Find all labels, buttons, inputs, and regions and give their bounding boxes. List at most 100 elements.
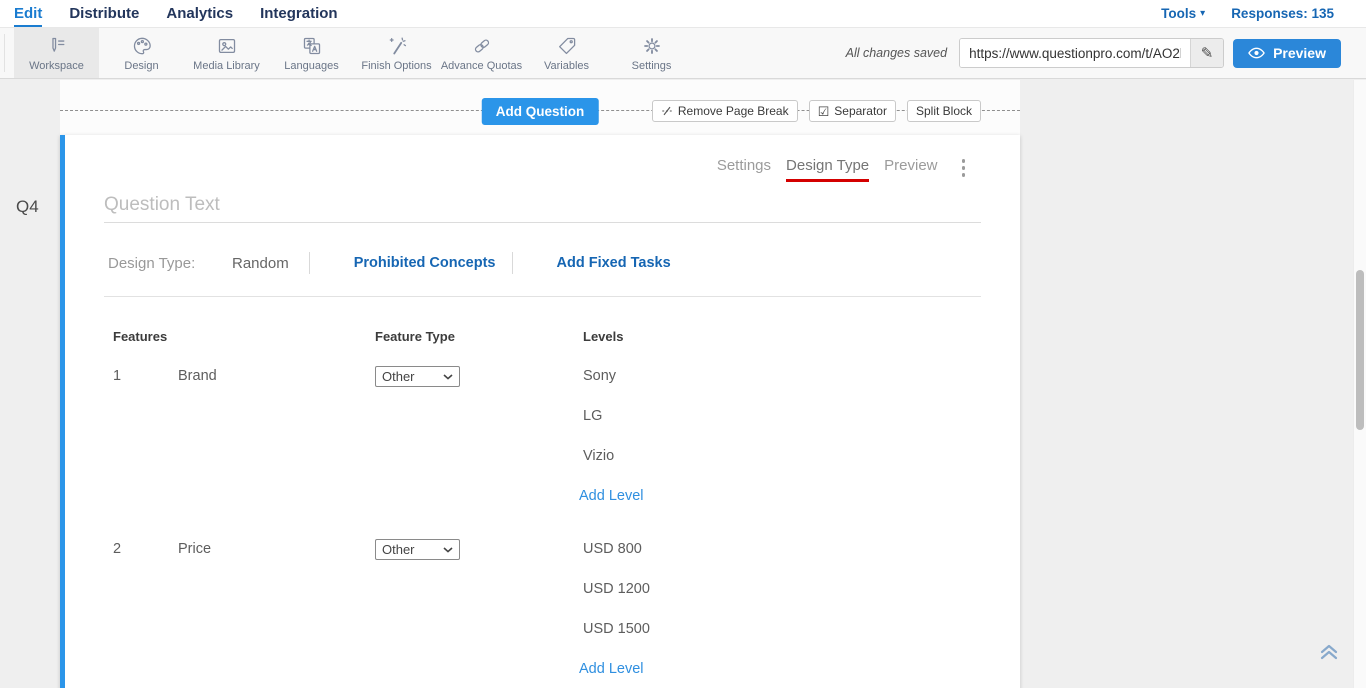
preview-button-label: Preview bbox=[1273, 45, 1326, 61]
toolbar-right-group: All changes saved ✎ Preview bbox=[846, 28, 1366, 78]
features-table: Features Feature Type Levels 1 Brand Oth… bbox=[104, 329, 981, 677]
feature-type-selected-value: Other bbox=[382, 542, 415, 557]
feature-name[interactable]: Price bbox=[178, 541, 375, 557]
feature-number: 2 bbox=[104, 541, 178, 557]
toolbar-item-label: Variables bbox=[544, 60, 589, 72]
scroll-to-top-button[interactable] bbox=[1316, 637, 1342, 663]
toolbar-item-label: Finish Options bbox=[361, 60, 431, 72]
editor-toolbar: Workspace Design Media Library bbox=[0, 28, 1366, 79]
toolbar-item-design[interactable]: Design bbox=[99, 28, 184, 78]
pencil-icon: ✎ bbox=[1201, 44, 1214, 62]
level-item[interactable]: LG bbox=[583, 408, 981, 448]
toolbar-item-media-library[interactable]: Media Library bbox=[184, 28, 269, 78]
question-text-input[interactable] bbox=[104, 194, 981, 216]
nav-tab-integration[interactable]: Integration bbox=[260, 0, 338, 27]
workspace-icon bbox=[46, 35, 68, 57]
remove-page-break-label: Remove Page Break bbox=[678, 104, 789, 118]
top-navigation: Edit Distribute Analytics Integration To… bbox=[0, 0, 1366, 28]
question-card: Settings Design Type Preview Design Type… bbox=[60, 135, 1020, 688]
survey-url-input[interactable] bbox=[960, 39, 1190, 67]
save-status-text: All changes saved bbox=[846, 46, 947, 60]
tab-preview[interactable]: Preview bbox=[884, 157, 937, 182]
chevron-down-icon bbox=[443, 547, 453, 553]
workspace-area: Q4 Add Question Remove Page Break ☑ Sepa… bbox=[0, 80, 1366, 688]
nav-tab-distribute[interactable]: Distribute bbox=[69, 0, 139, 27]
tab-design-type[interactable]: Design Type bbox=[786, 157, 869, 182]
feature-row: 2 Price Other USD 800 USD 1200 USD bbox=[104, 541, 981, 677]
design-icon bbox=[131, 35, 153, 57]
split-block-button[interactable]: Split Block bbox=[907, 100, 981, 122]
design-type-label: Design Type: bbox=[104, 255, 232, 272]
settings-icon bbox=[641, 35, 663, 57]
variables-icon bbox=[556, 35, 578, 57]
advance-quotas-icon bbox=[471, 35, 493, 57]
design-type-row: Design Type: Random Prohibited Concepts … bbox=[104, 253, 981, 273]
question-tabs: Settings Design Type Preview bbox=[104, 135, 981, 182]
add-question-button[interactable]: Add Question bbox=[482, 98, 599, 125]
tools-dropdown[interactable]: Tools ▾ bbox=[1161, 6, 1205, 21]
remove-page-break-icon bbox=[661, 105, 673, 117]
level-item[interactable]: USD 1200 bbox=[583, 581, 981, 621]
toolbar-item-label: Media Library bbox=[193, 60, 260, 72]
split-block-label: Split Block bbox=[916, 104, 972, 118]
divider bbox=[512, 252, 513, 274]
toolbar-item-label: Workspace bbox=[29, 60, 84, 72]
column-header-features: Features bbox=[104, 329, 375, 344]
column-header-levels: Levels bbox=[583, 329, 981, 344]
toolbar-item-settings[interactable]: Settings bbox=[609, 28, 694, 78]
tab-settings[interactable]: Settings bbox=[717, 157, 771, 182]
levels-column: USD 800 USD 1200 USD 1500 Add Level bbox=[583, 541, 981, 677]
level-item[interactable]: Vizio bbox=[583, 448, 981, 488]
features-table-header: Features Feature Type Levels bbox=[104, 329, 981, 344]
toolbar-item-label: Design bbox=[124, 60, 158, 72]
nav-tab-edit[interactable]: Edit bbox=[14, 0, 42, 27]
feature-type-select[interactable]: Other bbox=[375, 539, 460, 560]
level-item[interactable]: USD 1500 bbox=[583, 621, 981, 661]
chevron-down-icon: ▾ bbox=[1200, 8, 1205, 19]
finish-options-icon bbox=[386, 35, 408, 57]
toolbar-item-label: Languages bbox=[284, 60, 338, 72]
responses-count[interactable]: Responses: 135 bbox=[1231, 6, 1334, 21]
add-level-link[interactable]: Add Level bbox=[579, 661, 644, 677]
double-chevron-up-icon bbox=[1318, 640, 1340, 660]
toolbar-item-label: Settings bbox=[632, 60, 672, 72]
nav-tab-analytics[interactable]: Analytics bbox=[166, 0, 233, 27]
chevron-down-icon bbox=[443, 374, 453, 380]
level-item[interactable]: Sony bbox=[583, 368, 981, 408]
add-level-link[interactable]: Add Level bbox=[579, 488, 644, 504]
tools-label: Tools bbox=[1161, 6, 1196, 21]
question-text-row bbox=[104, 194, 981, 223]
languages-icon bbox=[301, 35, 323, 57]
preview-button[interactable]: Preview bbox=[1233, 39, 1341, 68]
page-break-zone: Add Question Remove Page Break ☑ Separat… bbox=[60, 80, 1020, 135]
page-break-actions: Remove Page Break ☑ Separator Split Bloc… bbox=[652, 100, 981, 122]
toolbar-item-workspace[interactable]: Workspace bbox=[14, 28, 99, 78]
section-divider bbox=[104, 296, 981, 297]
separator-button[interactable]: ☑ Separator bbox=[809, 100, 896, 122]
separator-label: Separator bbox=[834, 104, 887, 118]
feature-type-select[interactable]: Other bbox=[375, 366, 460, 387]
feature-name[interactable]: Brand bbox=[178, 368, 375, 384]
toolbar-item-variables[interactable]: Variables bbox=[524, 28, 609, 78]
column-header-feature-type: Feature Type bbox=[375, 329, 583, 344]
edit-url-button[interactable]: ✎ bbox=[1190, 39, 1223, 67]
toolbar-item-advance-quotas[interactable]: Advance Quotas bbox=[439, 28, 524, 78]
primary-nav: Edit Distribute Analytics Integration bbox=[0, 0, 338, 27]
levels-column: Sony LG Vizio Add Level bbox=[583, 368, 981, 504]
add-fixed-tasks-link[interactable]: Add Fixed Tasks bbox=[557, 255, 671, 271]
level-item[interactable]: USD 800 bbox=[583, 541, 981, 581]
toolbar-item-finish-options[interactable]: Finish Options bbox=[354, 28, 439, 78]
toolbar-item-label: Advance Quotas bbox=[441, 60, 522, 72]
toolbar-item-languages[interactable]: Languages bbox=[269, 28, 354, 78]
scrollbar-thumb[interactable] bbox=[1356, 270, 1364, 430]
more-options-kebab-icon[interactable] bbox=[958, 157, 970, 179]
media-library-icon bbox=[216, 35, 238, 57]
design-type-value: Random bbox=[232, 255, 289, 272]
feature-type-selected-value: Other bbox=[382, 369, 415, 384]
feature-number: 1 bbox=[104, 368, 178, 384]
feature-row: 1 Brand Other Sony LG Vizio bbox=[104, 368, 981, 504]
nav-right-group: Tools ▾ Responses: 135 bbox=[1161, 6, 1366, 21]
prohibited-concepts-link[interactable]: Prohibited Concepts bbox=[354, 255, 496, 271]
eye-icon bbox=[1248, 47, 1265, 59]
remove-page-break-button[interactable]: Remove Page Break bbox=[652, 100, 798, 122]
